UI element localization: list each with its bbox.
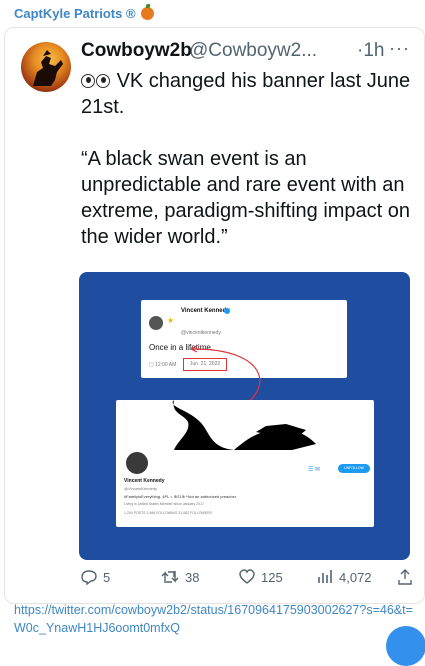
like-count: 125 bbox=[261, 569, 283, 585]
author-handle[interactable]: @Cowboyw2... bbox=[189, 40, 317, 62]
tweet-link[interactable]: https://twitter.com/cowboyw2b2/status/16… bbox=[14, 601, 414, 637]
tweet-time[interactable]: ·1h bbox=[357, 40, 384, 62]
reply-count: 5 bbox=[103, 569, 111, 585]
bar-chart-icon bbox=[318, 570, 332, 583]
eye-emoji-icon bbox=[81, 74, 95, 88]
tweet-line-2: “A black swan event is an unpredictable … bbox=[81, 148, 411, 248]
tweet-line-1: VK changed his banner last June 21st. bbox=[81, 68, 413, 120]
channel-title[interactable]: CaptKyle Patriots ® bbox=[14, 4, 155, 21]
tweet-text: VK changed his banner last June 21st. “A… bbox=[81, 68, 413, 276]
screenshot-profile-handle: @VincentKennedy bbox=[124, 486, 158, 491]
avatar bbox=[124, 450, 150, 476]
screenshot-profile-name: Vincent Kennedy bbox=[124, 478, 165, 484]
profile-action-icons: ☰ ✉ bbox=[308, 467, 321, 473]
black-swan-banner bbox=[172, 400, 316, 450]
avatar[interactable] bbox=[21, 42, 71, 92]
screenshot-profile: ☰ ✉ UNFOLLOW Vincent Kennedy @VincentKen… bbox=[116, 400, 374, 527]
tweet-actions: 5 38 125 4,072 bbox=[81, 569, 413, 591]
peach-emoji-icon bbox=[141, 4, 155, 20]
screenshot-profile-counts: 1,204 POSTS 1,466 FOLLOWING 31,082 FOLLO… bbox=[124, 511, 212, 515]
share-button[interactable] bbox=[397, 569, 413, 585]
eye-emoji-icon bbox=[96, 74, 110, 88]
screenshot-profile-meta: Living in United States Member since Jan… bbox=[124, 502, 204, 506]
repost-icon bbox=[161, 571, 179, 583]
more-options-icon[interactable]: ··· bbox=[389, 38, 410, 59]
tweet-card[interactable]: Cowboyw2b @Cowboyw2... ·1h ··· VK change… bbox=[4, 27, 425, 604]
tweet-line-1-text: VK changed his banner last June 21st. bbox=[81, 70, 411, 118]
views-button[interactable]: 4,072 bbox=[317, 569, 372, 585]
repost-count: 38 bbox=[185, 569, 200, 585]
channel-name: CaptKyle Patriots ® bbox=[14, 6, 136, 21]
repost-button[interactable]: 38 bbox=[161, 569, 199, 585]
like-button[interactable]: 125 bbox=[239, 569, 283, 585]
author-name[interactable]: Cowboyw2b bbox=[81, 40, 192, 62]
view-count: 4,072 bbox=[339, 569, 372, 585]
share-icon bbox=[398, 569, 412, 585]
reply-button[interactable]: 5 bbox=[81, 569, 110, 585]
tweet-time-value: 1h bbox=[363, 40, 385, 61]
scroll-down-button[interactable] bbox=[386, 626, 425, 666]
reply-icon bbox=[81, 570, 97, 585]
unfollow-button: UNFOLLOW bbox=[338, 464, 370, 473]
screenshot-profile-bio: #FamilyIsEverything. 4PL = ⊕21⊕ *Not an … bbox=[124, 494, 237, 499]
tweet-media-image[interactable]: ★ Vincent Kennedy @vincentkennedy Once i… bbox=[79, 272, 410, 560]
heart-icon bbox=[239, 569, 255, 584]
